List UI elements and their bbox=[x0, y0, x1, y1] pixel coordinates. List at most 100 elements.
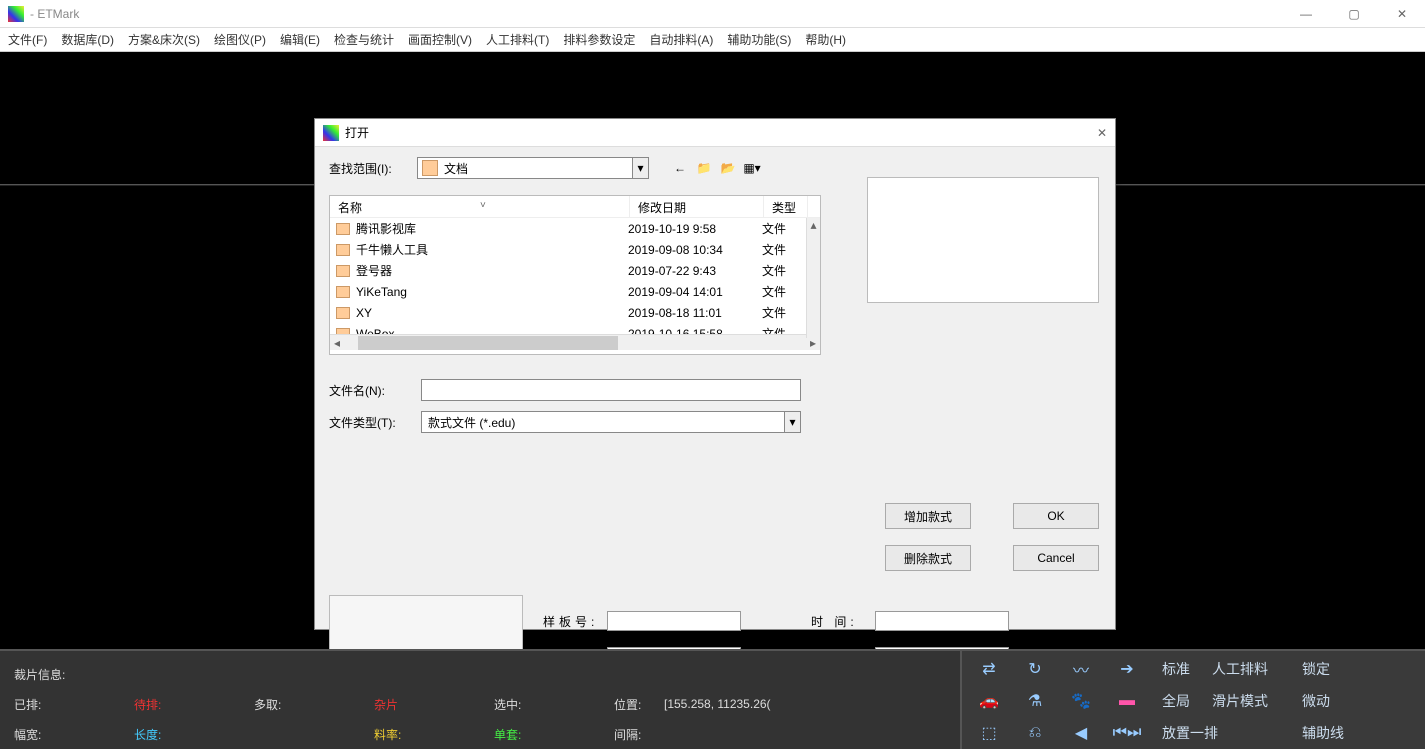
tool-icon-11[interactable]: ◀ bbox=[1058, 717, 1104, 749]
scroll-left-icon[interactable]: ◂ bbox=[330, 336, 344, 350]
mixed-label: 杂片 bbox=[374, 696, 494, 713]
ok-button[interactable]: OK bbox=[1013, 503, 1099, 529]
preview-pane bbox=[867, 177, 1099, 303]
tool-icon-8[interactable]: ▬ bbox=[1104, 685, 1150, 717]
tool-icon-5[interactable]: 🚗 bbox=[966, 685, 1012, 717]
menu-manual[interactable]: 人工排料(T) bbox=[486, 31, 549, 48]
chevron-down-icon[interactable]: ▾ bbox=[632, 158, 648, 178]
close-button[interactable]: ✕ bbox=[1387, 7, 1417, 21]
filename-input[interactable] bbox=[421, 379, 801, 401]
horizontal-scrollbar[interactable]: ◂ ▸ bbox=[330, 334, 820, 350]
menu-database[interactable]: 数据库(D) bbox=[61, 31, 114, 48]
scroll-thumb[interactable] bbox=[358, 336, 618, 350]
col-type[interactable]: 类型 bbox=[764, 196, 808, 217]
cancel-button[interactable]: Cancel bbox=[1013, 545, 1099, 571]
folder-icon bbox=[422, 160, 438, 176]
mode-slide[interactable]: 滑片模式 bbox=[1212, 685, 1302, 717]
file-date: 2019-10-19 9:58 bbox=[628, 222, 762, 236]
minimize-button[interactable]: — bbox=[1291, 7, 1321, 21]
pending-label: 待排: bbox=[134, 696, 254, 713]
menu-plotter[interactable]: 绘图仪(P) bbox=[214, 31, 266, 48]
tool-icon-10[interactable]: ⎌ bbox=[1012, 717, 1058, 749]
file-row[interactable]: XY2019-08-18 11:01文件 bbox=[330, 302, 820, 323]
style-no-input[interactable] bbox=[607, 611, 741, 631]
single-label: 单套: bbox=[494, 726, 614, 743]
width-label: 幅宽: bbox=[14, 726, 134, 743]
time-label: 时 间: bbox=[811, 613, 875, 630]
filetype-combo[interactable]: 款式文件 (*.edu) ▾ bbox=[421, 411, 801, 433]
scroll-up-icon[interactable]: ▴ bbox=[807, 218, 820, 232]
mode-guide[interactable]: 辅助线 bbox=[1302, 717, 1352, 749]
file-date: 2019-09-04 14:01 bbox=[628, 285, 762, 299]
look-in-label: 查找范围(I): bbox=[329, 160, 407, 177]
mode-micro[interactable]: 微动 bbox=[1302, 685, 1352, 717]
tool-icon-12[interactable]: ⏮⏭ bbox=[1104, 717, 1150, 749]
tool-icon-1[interactable]: ⇄ bbox=[966, 653, 1012, 685]
tool-icon-7[interactable]: 🐾 bbox=[1058, 685, 1104, 717]
folder-icon bbox=[336, 286, 350, 298]
col-date[interactable]: 修改日期 bbox=[630, 196, 764, 217]
tool-icon-6[interactable]: ⚗ bbox=[1012, 685, 1058, 717]
tool-icon-2[interactable]: ↻ bbox=[1012, 653, 1058, 685]
status-panel: 裁片信息: 已排: 待排: 多取: 杂片 选中: 位置: [155.258, 1… bbox=[0, 649, 1425, 749]
add-style-button[interactable]: 增加款式 bbox=[885, 503, 971, 529]
vertical-scrollbar[interactable]: ▴ bbox=[806, 218, 820, 338]
tool-icon-3[interactable]: 〰 bbox=[1058, 653, 1104, 685]
file-name: 腾讯影视库 bbox=[356, 220, 628, 237]
menu-bar: 文件(F) 数据库(D) 方案&床次(S) 绘图仪(P) 编辑(E) 检查与统计… bbox=[0, 28, 1425, 52]
tool-icon-4[interactable]: ➔ bbox=[1104, 653, 1150, 685]
tool-icon-9[interactable]: ⬚ bbox=[966, 717, 1012, 749]
back-icon[interactable]: ← bbox=[671, 159, 689, 177]
file-name: 登号器 bbox=[356, 262, 628, 279]
maximize-button[interactable]: ▢ bbox=[1339, 7, 1369, 21]
mode-lock[interactable]: 锁定 bbox=[1302, 653, 1352, 685]
time-input[interactable] bbox=[875, 611, 1009, 631]
folder-icon bbox=[336, 244, 350, 256]
file-type: 文件 bbox=[762, 283, 802, 300]
menu-edit[interactable]: 编辑(E) bbox=[280, 31, 320, 48]
delete-style-button[interactable]: 删除款式 bbox=[885, 545, 971, 571]
menu-aux[interactable]: 辅助功能(S) bbox=[727, 31, 791, 48]
mode-standard[interactable]: 标准 bbox=[1162, 653, 1212, 685]
mode-global[interactable]: 全局 bbox=[1162, 685, 1212, 717]
file-row[interactable]: WeBox2019-10-16 15:58文件 bbox=[330, 323, 820, 334]
file-type: 文件 bbox=[762, 262, 802, 279]
chevron-down-icon[interactable]: ▾ bbox=[784, 412, 800, 432]
file-date: 2019-09-08 10:34 bbox=[628, 243, 762, 257]
menu-file[interactable]: 文件(F) bbox=[8, 31, 47, 48]
mode-manual[interactable]: 人工排料 bbox=[1212, 653, 1302, 685]
look-in-value: 文档 bbox=[442, 160, 632, 177]
app-title: - ETMark bbox=[30, 7, 1291, 21]
dialog-title: 打开 bbox=[345, 124, 1077, 141]
gap-label: 间隔: bbox=[614, 726, 641, 743]
new-folder-icon[interactable]: 📂 bbox=[719, 159, 737, 177]
file-name: XY bbox=[356, 306, 628, 320]
file-row[interactable]: YiKeTang2019-09-04 14:01文件 bbox=[330, 281, 820, 302]
sort-indicator-icon: ˅ bbox=[480, 200, 486, 211]
menu-view[interactable]: 画面控制(V) bbox=[408, 31, 472, 48]
file-row[interactable]: 登号器2019-07-22 9:43文件 bbox=[330, 260, 820, 281]
up-folder-icon[interactable]: 📁 bbox=[695, 159, 713, 177]
folder-icon bbox=[336, 328, 350, 335]
filename-label: 文件名(N): bbox=[329, 382, 413, 399]
menu-check[interactable]: 检查与统计 bbox=[334, 31, 394, 48]
title-bar: - ETMark — ▢ ✕ bbox=[0, 0, 1425, 28]
file-name: YiKeTang bbox=[356, 285, 628, 299]
file-type: 文件 bbox=[762, 304, 802, 321]
rate-label: 料率: bbox=[374, 726, 494, 743]
file-row[interactable]: 千牛懒人工具2019-09-08 10:34文件 bbox=[330, 239, 820, 260]
file-name: 千牛懒人工具 bbox=[356, 241, 628, 258]
view-menu-icon[interactable]: ▦▾ bbox=[743, 159, 761, 177]
menu-scheme[interactable]: 方案&床次(S) bbox=[128, 31, 200, 48]
look-in-combo[interactable]: 文档 ▾ bbox=[417, 157, 649, 179]
file-list: 名称 ˅ 修改日期 类型 腾讯影视库2019-10-19 9:58文件千牛懒人工… bbox=[329, 195, 821, 355]
mode-place-row[interactable]: 放置一排 bbox=[1162, 717, 1302, 749]
arranged-label: 已排: bbox=[14, 696, 134, 713]
folder-icon bbox=[336, 223, 350, 235]
menu-auto[interactable]: 自动排料(A) bbox=[649, 31, 713, 48]
dialog-close-button[interactable]: ✕ bbox=[1077, 126, 1107, 140]
file-type: 文件 bbox=[762, 241, 802, 258]
file-row[interactable]: 腾讯影视库2019-10-19 9:58文件 bbox=[330, 218, 820, 239]
menu-params[interactable]: 排料参数设定 bbox=[563, 31, 635, 48]
menu-help[interactable]: 帮助(H) bbox=[805, 31, 846, 48]
